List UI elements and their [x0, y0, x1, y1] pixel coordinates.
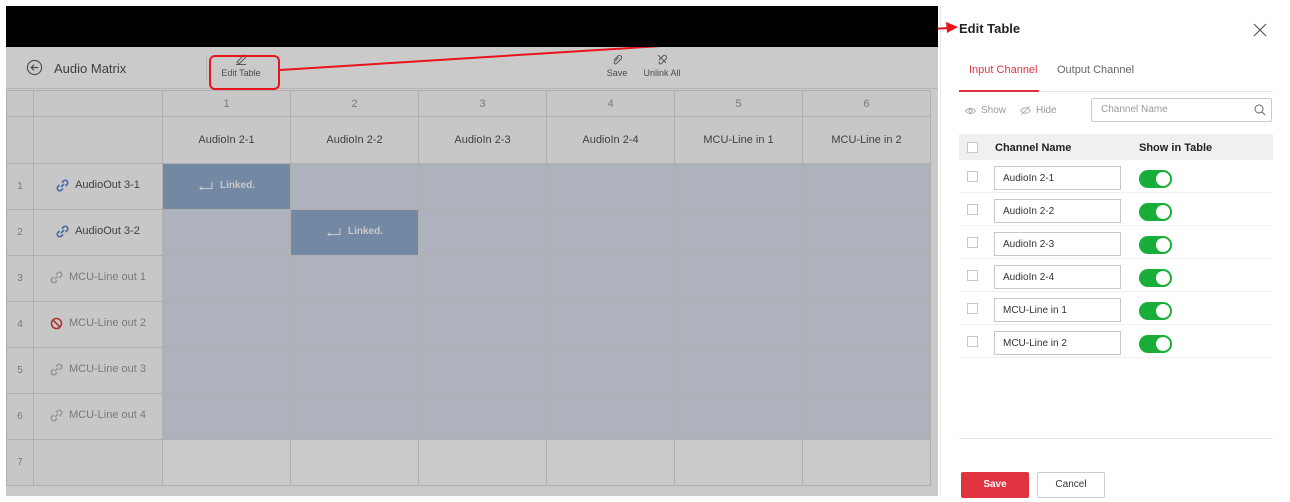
channel-name-field[interactable]: AudioIn 2-3 [994, 232, 1121, 256]
channel-row: AudioIn 2-2 [959, 193, 1273, 226]
show-label: Show [981, 105, 1007, 116]
channel-name-field[interactable]: MCU-Line in 2 [994, 331, 1121, 355]
channel-row: AudioIn 2-4 [959, 259, 1273, 292]
hide-button[interactable]: Hide [1020, 105, 1057, 116]
channel-row: AudioIn 2-1 [959, 160, 1273, 193]
show-in-table-toggle[interactable] [1139, 236, 1172, 254]
audio-matrix-app: Audio Matrix Edit Table Save Unlink All … [6, 6, 938, 496]
panel-save-button[interactable]: Save [961, 472, 1029, 498]
channel-list: AudioIn 2-1 AudioIn 2-2 AudioIn 2-3 AudioIn… [959, 160, 1273, 358]
search-placeholder: Channel Name [1101, 104, 1168, 115]
panel-tabs: Input Channel Output Channel [959, 64, 1273, 92]
panel-cancel-button[interactable]: Cancel [1037, 472, 1105, 498]
show-in-table-toggle[interactable] [1139, 335, 1172, 353]
hide-label: Hide [1036, 105, 1057, 116]
show-in-table-toggle[interactable] [1139, 302, 1172, 320]
channel-checkbox[interactable] [967, 303, 978, 314]
channel-name-field[interactable]: AudioIn 2-1 [994, 166, 1121, 190]
channel-row: MCU-Line in 2 [959, 325, 1273, 358]
eye-icon [965, 107, 976, 114]
show-hide-actions: Show Hide [965, 105, 1057, 116]
channel-name-field[interactable]: MCU-Line in 1 [994, 298, 1121, 322]
channel-name-field[interactable]: AudioIn 2-4 [994, 265, 1121, 289]
channel-checkbox[interactable] [967, 204, 978, 215]
edit-table-panel: Edit Table Input Channel Output Channel … [940, 6, 1283, 498]
channel-name-field[interactable]: AudioIn 2-2 [994, 199, 1121, 223]
top-black-bar [6, 6, 938, 47]
select-all-checkbox[interactable] [967, 142, 978, 153]
show-button[interactable]: Show [965, 105, 1006, 116]
channel-checkbox[interactable] [967, 336, 978, 347]
channel-table-header: Channel Name Show in Table [959, 134, 1273, 160]
channel-checkbox[interactable] [967, 270, 978, 281]
eye-slash-icon [1020, 106, 1032, 115]
panel-title: Edit Table [959, 21, 1021, 36]
annotation-highlight-box [209, 55, 280, 90]
header-show-in-table: Show in Table [1139, 142, 1213, 154]
show-in-table-toggle[interactable] [1139, 203, 1172, 221]
close-icon[interactable] [1253, 23, 1267, 37]
header-channel-name: Channel Name [995, 142, 1072, 154]
show-in-table-toggle[interactable] [1139, 170, 1172, 188]
show-in-table-toggle[interactable] [1139, 269, 1172, 287]
footer-divider [959, 438, 1273, 439]
channel-checkbox[interactable] [967, 171, 978, 182]
channel-row: AudioIn 2-3 [959, 226, 1273, 259]
channel-checkbox[interactable] [967, 237, 978, 248]
tab-input-channel[interactable]: Input Channel [959, 64, 1039, 92]
channel-name-search[interactable]: Channel Name [1091, 98, 1272, 122]
tab-output-channel[interactable]: Output Channel [1057, 64, 1134, 92]
modal-overlay [6, 6, 938, 496]
search-icon[interactable] [1254, 104, 1266, 116]
channel-row: MCU-Line in 1 [959, 292, 1273, 325]
screen: Audio Matrix Edit Table Save Unlink All … [0, 0, 1290, 502]
